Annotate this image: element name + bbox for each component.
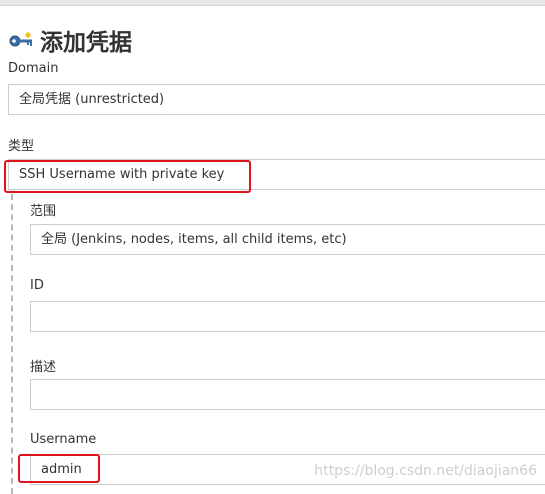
- username-label: Username: [30, 432, 97, 447]
- page-title: 添加凭据: [40, 30, 132, 56]
- domain-select[interactable]: 全局凭据 (unrestricted): [8, 84, 545, 115]
- id-input[interactable]: [30, 301, 545, 332]
- domain-label: Domain: [8, 61, 59, 76]
- scope-label: 范围: [30, 204, 57, 219]
- description-input[interactable]: [30, 379, 545, 410]
- description-label: 描述: [30, 360, 57, 375]
- kind-label: 类型: [8, 139, 35, 154]
- watermark-text: https://blog.csdn.net/diaojian66: [314, 463, 537, 479]
- nested-section-guide: [11, 194, 13, 494]
- credentials-key-icon: [8, 31, 34, 49]
- add-credentials-page: 添加凭据 Domain 全局凭据 (unrestricted) 类型 SSH U…: [0, 6, 545, 494]
- page-header: 添加凭据: [8, 24, 132, 56]
- id-label: ID: [30, 278, 44, 293]
- kind-select[interactable]: SSH Username with private key: [8, 159, 545, 190]
- scope-select[interactable]: 全局 (Jenkins, nodes, items, all child ite…: [30, 224, 545, 255]
